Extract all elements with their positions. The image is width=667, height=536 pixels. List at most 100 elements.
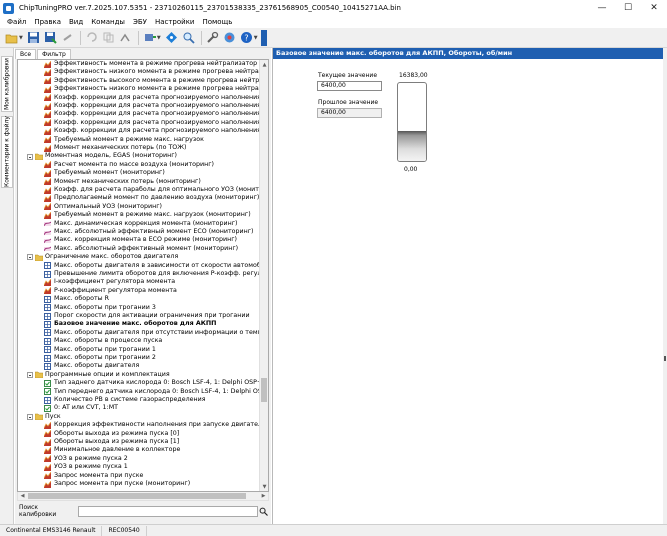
tree-item[interactable]: Коэфф. коррекции для расчета прогнозируе… <box>43 102 260 110</box>
tree-folder[interactable]: Программные опции и комплектация <box>27 371 170 379</box>
tab-my-calibrations[interactable]: Мои калибровки <box>1 56 13 112</box>
undo-icon[interactable] <box>84 30 99 45</box>
tab-filter[interactable]: Фильтр <box>37 49 71 59</box>
ecu-connect-icon[interactable] <box>142 30 157 45</box>
scroll-up-icon[interactable]: ▲ <box>260 60 268 69</box>
tree-folder[interactable]: Пуск <box>27 413 61 421</box>
menu-ecu[interactable]: ЭБУ <box>129 18 151 26</box>
menu-help[interactable]: Помощь <box>198 18 236 26</box>
tree-item[interactable]: Макс. обороты двигателя в зависимости от… <box>44 262 260 270</box>
compare-icon[interactable] <box>118 30 133 45</box>
menu-settings[interactable]: Настройки <box>151 18 199 26</box>
tab-all[interactable]: Все <box>15 49 37 59</box>
scroll-down-icon[interactable]: ▼ <box>260 482 268 491</box>
tree-item[interactable]: P-коэффициент регулятора момента <box>43 286 177 295</box>
tree-item[interactable]: Требуемый момент в режиме макс. нагрузок… <box>43 211 251 219</box>
scroll-right-icon[interactable]: ▶ <box>259 492 268 500</box>
tree-item[interactable]: Запрос момента при пуске <box>43 472 143 480</box>
copy-icon[interactable] <box>101 30 116 45</box>
save-as-icon[interactable] <box>43 30 58 45</box>
tree-item[interactable]: Момент механических потерь (мониторинг) <box>43 178 201 186</box>
tree-item[interactable]: Эффективность низкого момента в режиме п… <box>43 85 260 93</box>
tree-item[interactable]: Коэфф. коррекции для расчета прогнозируе… <box>43 94 260 102</box>
tree-item[interactable]: Требуемый момент (мониторинг) <box>43 169 165 177</box>
tree-item-selected[interactable]: Базовое значение макс. оборотов для АКПП <box>44 320 216 329</box>
tree-item[interactable]: УОЗ в режиме пуска 2 <box>43 455 128 463</box>
search-icon[interactable] <box>181 30 196 45</box>
tree-item[interactable]: Макс. обороты двигателя <box>44 362 139 371</box>
tree-folder-label: Пуск <box>45 412 61 420</box>
menu-commands[interactable]: Команды <box>87 18 129 26</box>
tree-item[interactable]: Расчет момента по массе воздуха (монитор… <box>43 161 214 169</box>
help-dropdown-icon[interactable]: ▼ <box>254 35 258 41</box>
collapse-icon[interactable] <box>27 413 33 420</box>
collapse-icon[interactable] <box>27 254 33 261</box>
open-dropdown-icon[interactable]: ▼ <box>19 35 23 41</box>
tree-item[interactable]: Обороты выхода из режима пуска [1] <box>43 438 179 446</box>
collapse-icon[interactable] <box>27 371 33 378</box>
current-value-input[interactable]: 6400,00 <box>317 81 382 91</box>
menu-edit[interactable]: Правка <box>30 18 65 26</box>
collapse-icon[interactable] <box>27 153 33 160</box>
tree-item[interactable]: Запрос момента при пуске (мониторинг) <box>43 480 190 488</box>
hscroll-thumb[interactable] <box>28 493 246 499</box>
tree-item[interactable]: Коэфф. коррекции для расчета прогнозируе… <box>43 127 260 135</box>
tree-item[interactable]: Коэфф. коррекции для расчета прогнозируе… <box>43 110 260 119</box>
tree-item-label: P-коэффициент регулятора момента <box>54 286 177 294</box>
minimize-button[interactable]: — <box>589 0 615 16</box>
editor-header: Базовое значение макс. оборотов для АКПП… <box>273 48 663 59</box>
ecu-dropdown-icon[interactable]: ▼ <box>157 35 161 41</box>
tree-item[interactable]: Эффективность высокого момента в режиме … <box>43 77 260 85</box>
tree-item[interactable]: Макс. коррекция момента в ECO режиме (мо… <box>43 236 237 244</box>
tab-file-comments[interactable]: Комментарии к файлу <box>1 116 13 188</box>
splitter-grip[interactable] <box>664 356 666 361</box>
tree-item[interactable]: Оптимальный УОЗ (мониторинг) <box>43 203 162 211</box>
tree-item[interactable]: Тип переднего датчика кислорода 0: Bosch… <box>44 388 260 396</box>
open-folder-icon[interactable] <box>4 30 19 45</box>
tree-folder[interactable]: Ограничение макс. оборотов двигателя <box>27 253 178 262</box>
tree-item[interactable]: Макс. обороты при трогании 3 <box>44 304 156 312</box>
navigate-icon[interactable] <box>164 30 179 45</box>
table-icon <box>44 304 51 312</box>
search-input[interactable] <box>77 505 258 517</box>
tree-item[interactable]: Макс. динамическая коррекция момента (мо… <box>43 220 237 228</box>
menu-file[interactable]: Файл <box>3 18 30 26</box>
scroll-left-icon[interactable]: ◀ <box>18 492 27 500</box>
plugin-icon[interactable] <box>222 30 237 45</box>
tree-item[interactable]: Тип заднего датчика кислорода 0: Bosch L… <box>44 379 260 387</box>
tree-horizontal-scrollbar[interactable]: ◀ ▶ <box>17 492 269 501</box>
tree-item[interactable]: 0: AT или CVT, 1:MT <box>44 404 118 413</box>
tree-item[interactable]: Превышение лимита оборотов для включения… <box>44 270 260 278</box>
tree-item[interactable]: Макс. абсолютный эффективный момент ECO … <box>43 228 253 236</box>
scroll-thumb[interactable] <box>261 378 267 402</box>
tree-item[interactable]: Коэфф. коррекции для расчета прогнозируе… <box>43 119 260 127</box>
tree-item[interactable]: Минимальное давление в коллекторе <box>43 446 180 455</box>
tree-item[interactable]: Макс. обороты при трогании 1 <box>44 346 156 354</box>
help-icon[interactable]: ? <box>239 30 254 45</box>
tree-item[interactable]: Количество РВ в системе газораспределени… <box>44 396 206 404</box>
tree-item[interactable]: Макс. обороты двигателя при отсутствии и… <box>44 329 260 337</box>
close-button[interactable]: ✕ <box>641 0 667 16</box>
tree-item[interactable]: I-коэффициент регулятора момента <box>43 278 175 287</box>
tree-item[interactable]: Требуемый момент в режиме макс. нагрузок <box>43 136 204 144</box>
tools-icon[interactable] <box>205 30 220 45</box>
tree-folder[interactable]: Моментная модель, EGAS (мониторинг) <box>27 152 177 161</box>
map-3d-icon <box>43 85 52 93</box>
maximize-button[interactable]: ☐ <box>615 0 641 16</box>
tree-item[interactable]: Коррекция эффективности наполнения при з… <box>43 421 260 429</box>
tree-item[interactable]: Момент механических потерь (по ТОЖ) <box>43 144 187 152</box>
tree-item[interactable]: УОЗ в режиме пуска 1 <box>43 463 128 471</box>
tree-vertical-scrollbar[interactable]: ▲ ▼ <box>259 60 268 491</box>
tree-item[interactable]: Предполагаемый момент по давлению воздух… <box>43 194 259 203</box>
search-button[interactable] <box>259 506 269 517</box>
tree-item[interactable]: Макс. абсолютный эффективный момент (мон… <box>43 245 238 253</box>
tree-item[interactable]: Обороты выхода из режима пуска [0] <box>43 430 179 438</box>
pin-icon[interactable] <box>260 29 267 46</box>
calibration-tree[interactable]: Эффективность момента в режиме прогрева … <box>17 59 269 492</box>
refresh-icon[interactable] <box>60 30 75 45</box>
tree-item[interactable]: Эффективность низкого момента в режиме п… <box>43 68 260 77</box>
tree-item[interactable]: Макс. обороты R <box>44 295 109 303</box>
menu-view[interactable]: Вид <box>65 18 87 26</box>
save-icon[interactable] <box>26 30 41 45</box>
tree-item[interactable]: Макс. обороты в процессе пуска <box>44 337 162 345</box>
